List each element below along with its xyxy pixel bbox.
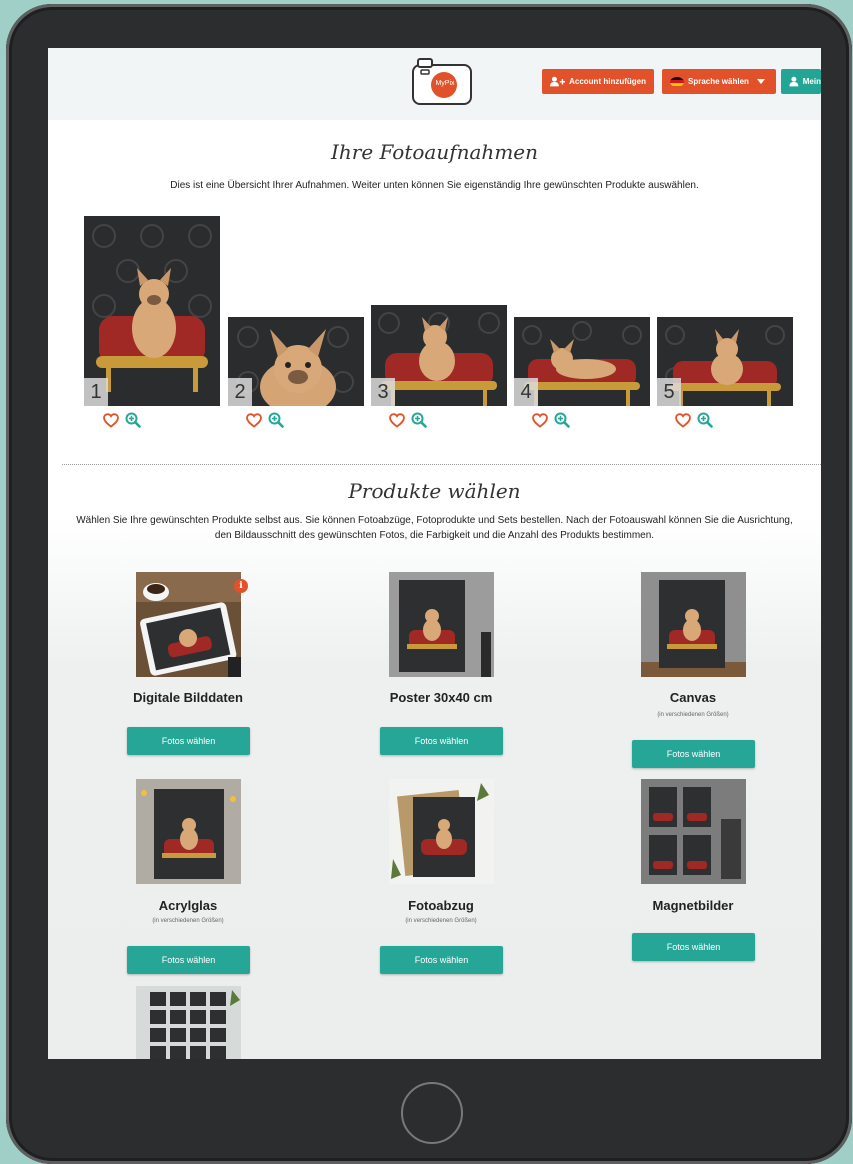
- app-screen: MyPix Account hinzufügen Sprache wählen: [48, 48, 821, 1059]
- choose-photos-button[interactable]: Fotos wählen: [127, 946, 250, 974]
- heart-icon[interactable]: [532, 412, 548, 428]
- photos-section-title: Ihre Fotoaufnahmen: [330, 140, 538, 164]
- product-subtitle: (in verschiedenen Größen): [405, 918, 477, 924]
- choose-photos-button[interactable]: Fotos wählen: [632, 740, 755, 768]
- add-user-icon: [550, 76, 566, 87]
- product-title: Canvas: [669, 690, 717, 705]
- choose-photos-button[interactable]: Fotos wählen: [632, 933, 755, 961]
- photo-actions-3: [389, 412, 427, 428]
- add-account-label: Account hinzufügen: [569, 77, 646, 86]
- photo-number: 5: [657, 378, 681, 406]
- my-account-button[interactable]: Mein: [781, 69, 821, 94]
- products-section-title: Produkte wählen: [348, 479, 521, 503]
- product-title: Digitale Bilddaten: [133, 690, 243, 705]
- product-subtitle: (in verschiedenen Größen): [152, 918, 224, 924]
- my-account-label: Mein: [802, 77, 821, 86]
- product-title: Magnetbilder: [652, 898, 734, 913]
- header: MyPix Account hinzufügen Sprache wählen: [48, 48, 821, 120]
- zoom-in-icon[interactable]: [554, 412, 570, 428]
- product-image-digital[interactable]: [136, 572, 241, 677]
- choose-photos-button[interactable]: Fotos wählen: [127, 727, 250, 755]
- zoom-in-icon[interactable]: [125, 412, 141, 428]
- caret-down-icon: [756, 79, 765, 84]
- product-title: Poster 30x40 cm: [389, 690, 493, 705]
- zoom-in-icon[interactable]: [411, 412, 427, 428]
- product-image-canvas[interactable]: [641, 572, 746, 677]
- heart-icon[interactable]: [675, 412, 691, 428]
- logo-text: MyPix: [435, 80, 455, 87]
- photo-thumbnail-1[interactable]: 1: [84, 216, 220, 406]
- photo-number: 4: [514, 378, 538, 406]
- user-icon: [789, 76, 799, 87]
- photo-actions-4: [532, 412, 570, 428]
- photo-thumbnail-4[interactable]: 4: [514, 317, 650, 406]
- section-divider: [62, 464, 821, 465]
- camera-logo-icon[interactable]: MyPix: [410, 56, 474, 106]
- photo-number: 1: [84, 378, 108, 406]
- choose-photos-button[interactable]: Fotos wählen: [380, 727, 503, 755]
- product-image-partial[interactable]: [136, 986, 241, 1059]
- products-section-description: Wählen Sie Ihre gewünschten Produkte sel…: [76, 515, 793, 541]
- photo-thumbnail-5[interactable]: 5: [657, 317, 793, 406]
- info-icon[interactable]: i: [234, 579, 248, 593]
- heart-icon[interactable]: [389, 412, 405, 428]
- german-flag-icon: [670, 76, 684, 87]
- product-image-print[interactable]: [389, 779, 494, 884]
- product-image-acrylic[interactable]: [136, 779, 241, 884]
- product-title: Fotoabzug: [408, 898, 474, 913]
- language-select[interactable]: Sprache wählen: [662, 69, 776, 94]
- language-label: Sprache wählen: [688, 77, 749, 86]
- photo-number: 2: [228, 378, 252, 406]
- product-image-magnets[interactable]: [641, 779, 746, 884]
- zoom-in-icon[interactable]: [697, 412, 713, 428]
- heart-icon[interactable]: [246, 412, 262, 428]
- photo-number: 3: [371, 378, 395, 406]
- home-button[interactable]: [401, 1082, 463, 1144]
- photo-thumbnail-2[interactable]: 2: [228, 317, 364, 406]
- product-title: Acrylglas: [158, 898, 218, 913]
- photos-section-description: Dies ist eine Übersicht Ihrer Aufnahmen.…: [170, 180, 699, 191]
- product-image-poster[interactable]: [389, 572, 494, 677]
- photo-actions-2: [246, 412, 284, 428]
- photo-thumbnail-3[interactable]: 3: [371, 305, 507, 406]
- photo-actions-1: [103, 412, 141, 428]
- product-subtitle: (in verschiedenen Größen): [657, 712, 729, 718]
- choose-photos-button[interactable]: Fotos wählen: [380, 946, 503, 974]
- zoom-in-icon[interactable]: [268, 412, 284, 428]
- heart-icon[interactable]: [103, 412, 119, 428]
- photo-actions-5: [675, 412, 713, 428]
- add-account-button[interactable]: Account hinzufügen: [542, 69, 654, 94]
